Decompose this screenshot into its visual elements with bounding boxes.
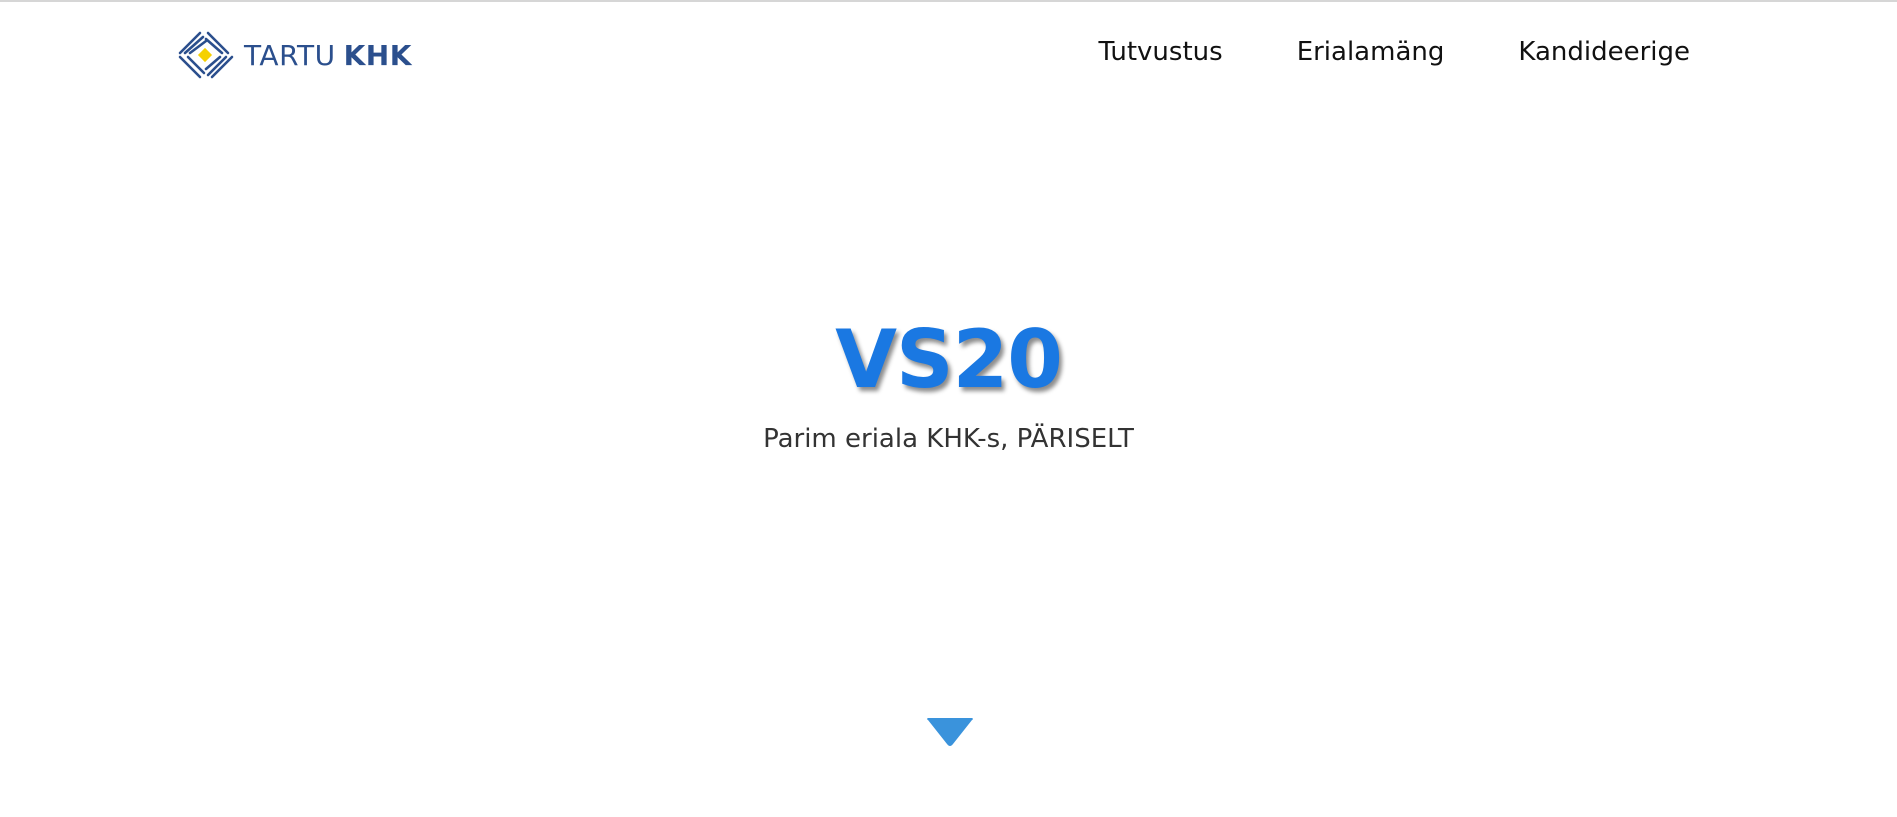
scroll-down-arrow-icon[interactable] (924, 717, 976, 749)
brand-name-strong: KHK (343, 38, 412, 72)
hero-section: VS20 Parim eriala KHK-s, PÄRISELT (0, 310, 1897, 454)
khk-logo-icon (178, 31, 234, 79)
hero-subtitle: Parim eriala KHK-s, PÄRISELT (763, 424, 1134, 454)
site-header: TARTU KHK Tutvustus Erialamäng Kandideeri… (0, 2, 1897, 106)
hero-title: VS20 (835, 313, 1063, 406)
nav-link-kandideerige[interactable]: Kandideerige (1518, 37, 1690, 67)
brand-name-plain: TARTU (244, 38, 336, 72)
brand-logo[interactable]: TARTU KHK (176, 28, 412, 82)
nav-link-tutvustus[interactable]: Tutvustus (1098, 37, 1222, 67)
main-nav: Tutvustus Erialamäng Kandideerige (1098, 37, 1690, 67)
nav-link-erialamang[interactable]: Erialamäng (1297, 37, 1445, 67)
brand-wordmark: TARTU KHK (244, 39, 412, 72)
